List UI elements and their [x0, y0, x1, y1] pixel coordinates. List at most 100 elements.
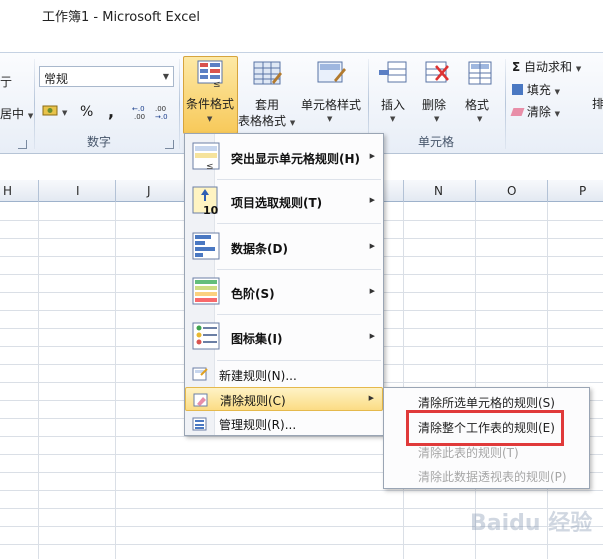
svg-text:→.0: →.0 [155, 113, 168, 121]
chevron-down-icon: ▼ [207, 115, 213, 123]
col-divider [403, 180, 404, 202]
cell-styles-button[interactable]: 单元格样式 ▼ [298, 56, 364, 134]
submenu-arrow-icon: ▶ [369, 196, 375, 204]
decrease-decimal-icon[interactable]: .00 →.0 [155, 103, 173, 121]
eraser-icon [510, 108, 525, 116]
column-header-o[interactable]: O [507, 184, 516, 198]
format-as-table-button[interactable]: 套用 表格格式 ▼ [238, 56, 296, 134]
sigma-icon: Σ [512, 60, 521, 74]
group-separator [34, 59, 35, 149]
column-header-i[interactable]: I [76, 184, 80, 198]
submenu-item-clear-selected[interactable]: 清除所选单元格的规则(S) [418, 394, 555, 411]
svg-text:≤: ≤ [213, 80, 221, 89]
menu-item-data-bars[interactable]: 数据条(D) ▶ [185, 226, 383, 268]
currency-icon [42, 105, 58, 116]
autosum-button[interactable]: Σ 自动求和 ▼ [512, 58, 581, 75]
menu-item-color-scales[interactable]: 色阶(S) ▶ [185, 271, 383, 313]
sort-filter-fragment[interactable]: 排 [592, 95, 603, 112]
grid-line [0, 544, 603, 545]
chevron-down-icon: ▼ [477, 115, 483, 123]
menu-item-clear-rules[interactable]: 清除规则(C) ▶ [185, 387, 383, 411]
menu-separator [217, 223, 381, 224]
clear-button[interactable]: 清除 ▼ [510, 103, 560, 120]
cell-styles-label: 单元格样式 [301, 98, 362, 112]
window-title: 工作簿1 - Microsoft Excel [42, 10, 200, 25]
menu-item-label: 色阶(S) [231, 287, 275, 301]
menu-item-label: 图标集(I) [231, 332, 283, 346]
alignment-launcher-icon[interactable] [18, 140, 27, 149]
red-highlight-box [406, 410, 564, 446]
percent-button[interactable]: % [80, 104, 93, 120]
number-launcher-icon[interactable] [165, 140, 174, 149]
manage-rules-icon [192, 417, 207, 431]
submenu-arrow-icon: ▶ [369, 152, 375, 160]
group-separator [179, 59, 180, 149]
number-format-value: 常规 [44, 72, 69, 86]
insert-cells-icon [379, 61, 407, 83]
submenu-arrow-icon: ▶ [368, 394, 374, 402]
column-header-n[interactable]: N [434, 184, 443, 198]
group-separator [505, 59, 506, 149]
menu-item-new-rule[interactable]: 新建规则(N)... [185, 362, 383, 386]
submenu-arrow-icon: ▶ [369, 332, 375, 340]
menu-item-label: 突出显示单元格规则(H) [231, 152, 361, 166]
title-bar: 工作簿1 - Microsoft Excel [0, 0, 603, 52]
chevron-down-icon: ▼ [390, 115, 396, 123]
menu-separator [217, 314, 381, 315]
menu-separator [217, 360, 381, 361]
table-format-icon [253, 61, 282, 85]
fill-button[interactable]: 填充 ▼ [512, 81, 560, 98]
col-divider [547, 180, 548, 202]
delete-button[interactable]: 删除 ▼ [416, 56, 458, 134]
conditional-formatting-label: 条件格式 [186, 97, 235, 111]
format-button[interactable]: 格式 ▼ [459, 56, 501, 134]
baidu-watermark: Baidu 经验 [470, 511, 593, 536]
fill-down-icon [512, 84, 523, 95]
svg-text:.00: .00 [134, 113, 145, 121]
chevron-down-icon: ▼ [434, 115, 440, 123]
conditional-formatting-button[interactable]: ≤ 条件格式 ▼ [183, 56, 238, 134]
group-label-number: 数字 [87, 135, 112, 149]
column-header-j[interactable]: J [147, 184, 151, 198]
data-bars-icon [192, 232, 220, 260]
menu-item-manage-rules[interactable]: 管理规则(R)... [185, 412, 383, 436]
group-label-cells: 单元格 [418, 135, 455, 149]
menu-item-label: 管理规则(R)... [219, 418, 297, 432]
column-header-p[interactable]: P [579, 184, 586, 198]
comma-button[interactable]: , [108, 102, 114, 121]
format-cells-icon [468, 61, 492, 85]
menu-item-label: 数据条(D) [231, 242, 288, 256]
menu-item-label: 清除规则(C) [220, 394, 286, 408]
menu-item-top-bottom-rules[interactable]: 10 项目选取规则(T) ▶ [185, 180, 383, 222]
submenu-arrow-icon: ▶ [369, 287, 375, 295]
format-label: 格式 [465, 98, 490, 112]
col-divider [115, 180, 116, 202]
grid-line [0, 490, 603, 491]
submenu-item-clear-pivot: 清除此数据透视表的规则(P) [418, 470, 567, 484]
svg-text:←.0: ←.0 [132, 105, 145, 113]
currency-format-button[interactable]: ▼ [42, 103, 67, 122]
chevron-down-icon: ▼ [162, 72, 169, 81]
merge-center-fragment[interactable]: 居中 ▼ [0, 105, 33, 122]
insert-button[interactable]: 插入 ▼ [372, 56, 414, 134]
new-rule-icon [192, 367, 208, 381]
menu-item-icon-sets[interactable]: 图标集(I) ▶ [185, 316, 383, 358]
color-scales-icon [192, 277, 220, 305]
delete-cells-icon [425, 61, 449, 83]
svg-text:.00: .00 [155, 105, 166, 113]
chevron-down-icon: ▼ [327, 115, 333, 123]
increase-decimal-icon[interactable]: ←.0.00 [132, 103, 150, 121]
top-bottom-rules-icon: 10 [192, 186, 219, 217]
highlight-rules-icon: ≤ [192, 142, 220, 172]
col-divider [475, 180, 476, 202]
menu-item-label: 项目选取规则(T) [231, 196, 323, 210]
conditional-formatting-icon: ≤ [197, 60, 223, 89]
number-format-select[interactable]: 常规 ▼ [39, 66, 174, 87]
clear-rules-icon [193, 393, 208, 407]
menu-separator [217, 269, 381, 270]
menu-item-highlight-rules[interactable]: ≤ 突出显示单元格规则(H) ▶ [185, 136, 383, 178]
alignment-fragment-top: 亍 [0, 75, 13, 89]
submenu-arrow-icon: ▶ [369, 242, 375, 250]
format-as-table-label-2: 表格格式 ▼ [238, 114, 296, 128]
column-header-h[interactable]: H [3, 184, 12, 198]
